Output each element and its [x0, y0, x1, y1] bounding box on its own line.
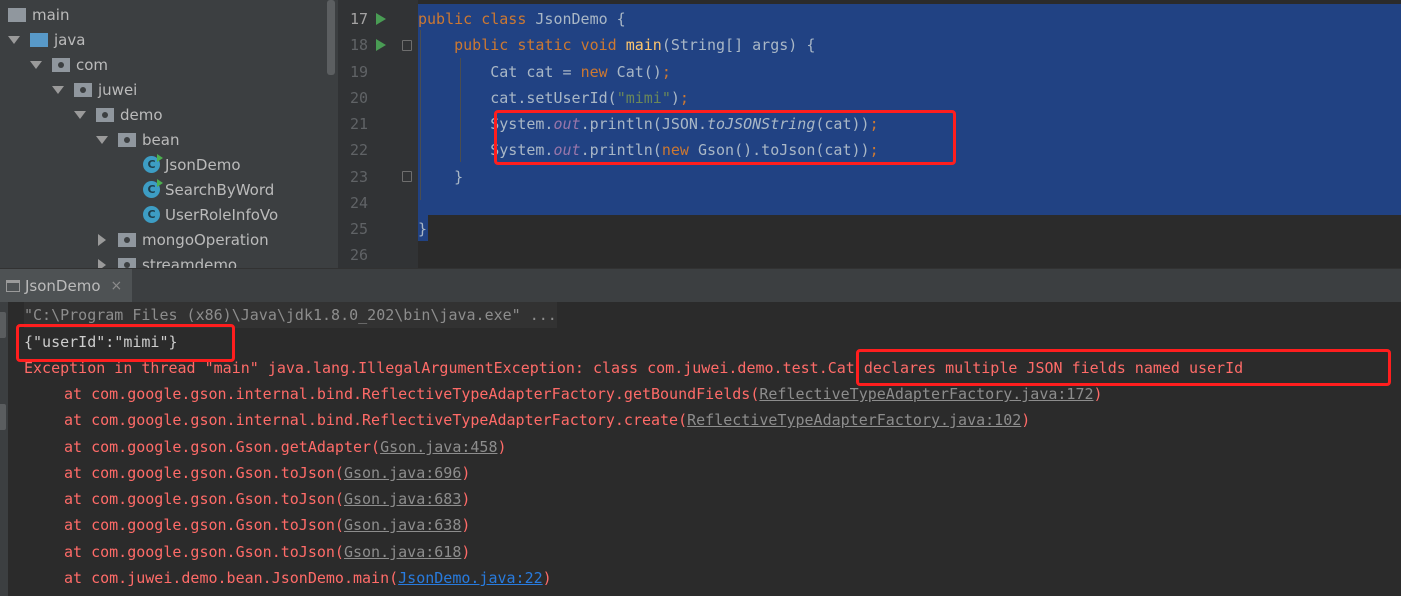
stack-trace-line: at com.google.gson.Gson.getAdapter(Gson.… — [64, 438, 507, 456]
chevron-down-icon[interactable] — [52, 84, 64, 96]
tree-item-searchbyword[interactable]: C SearchByWord — [0, 177, 330, 202]
tree-item-label: mongoOperation — [142, 230, 269, 249]
source-link[interactable]: Gson.java:683 — [344, 490, 461, 508]
tab-label: JsonDemo — [25, 276, 101, 295]
code-line-21: System.out.println(JSON.toJSONString(cat… — [490, 115, 879, 133]
package-icon — [118, 132, 136, 147]
tree-item-demo[interactable]: demo — [0, 102, 330, 127]
source-link[interactable]: JsonDemo.java:22 — [398, 569, 543, 587]
source-link[interactable]: Gson.java:696 — [344, 464, 461, 482]
tree-item-label: UserRoleInfoVo — [165, 205, 279, 224]
line-number: 19 — [349, 63, 368, 81]
chevron-down-icon[interactable] — [96, 134, 108, 146]
package-icon — [52, 57, 70, 72]
tree-item-java[interactable]: java — [0, 27, 330, 52]
tree-item-jsondemo[interactable]: C JsonDemo — [0, 152, 330, 177]
package-icon — [118, 232, 136, 247]
line-number: 26 — [349, 246, 368, 264]
console-command-line: "C:\Program Files (x86)\Java\jdk1.8.0_20… — [24, 302, 557, 328]
stack-trace-line: at com.google.gson.internal.bind.Reflect… — [64, 411, 1031, 429]
tree-item-label: java — [54, 30, 86, 49]
code-line-20: cat.setUserId("mimi"); — [490, 89, 689, 107]
package-icon — [118, 257, 136, 268]
tree-item-label: SearchByWord — [165, 180, 275, 199]
tab-jsondemo[interactable]: JsonDemo × — [0, 269, 132, 302]
tree-item-label: com — [76, 55, 109, 74]
line-number: 25 — [349, 220, 368, 238]
line-number: 17 — [349, 10, 368, 28]
toolbar-button[interactable] — [0, 404, 6, 430]
tree-item-com[interactable]: com — [0, 52, 330, 77]
line-number: 18 — [349, 36, 368, 54]
chevron-right-icon[interactable] — [96, 258, 108, 268]
tree-item-label: main — [32, 5, 70, 24]
tree-scrollbar[interactable] — [327, 0, 335, 75]
toolbar-button[interactable] — [0, 312, 6, 338]
run-tool-window-header: JsonDemo × — [0, 268, 1401, 302]
source-link[interactable]: Gson.java:458 — [380, 438, 497, 456]
close-icon[interactable]: × — [111, 278, 123, 294]
run-gutter-icon[interactable] — [376, 39, 386, 51]
line-number: 24 — [349, 194, 368, 212]
tree-item-streamdemo[interactable]: streamdemo — [0, 252, 330, 268]
tree-item-label: bean — [142, 130, 180, 149]
stack-trace-line: at com.google.gson.Gson.toJson(Gson.java… — [64, 464, 471, 482]
stack-trace-line: at com.google.gson.Gson.toJson(Gson.java… — [64, 516, 471, 534]
line-number: 23 — [349, 168, 368, 186]
code-line-22: System.out.println(new Gson().toJson(cat… — [490, 141, 879, 159]
stack-trace-line: at com.juwei.demo.bean.JsonDemo.main(Jso… — [64, 569, 552, 587]
console-exception-line: Exception in thread "main" java.lang.Ill… — [24, 359, 1244, 377]
project-tree: main java com juwei demo bean C JsonDemo… — [0, 0, 338, 268]
chevron-down-icon[interactable] — [74, 109, 86, 121]
tree-item-mongooperation[interactable]: mongoOperation — [0, 227, 330, 252]
run-gutter-icon[interactable] — [376, 13, 386, 25]
package-icon — [96, 107, 114, 122]
stack-trace-line: at com.google.gson.Gson.toJson(Gson.java… — [64, 543, 471, 561]
source-link[interactable]: Gson.java:638 — [344, 516, 461, 534]
stack-trace-line: at com.google.gson.internal.bind.Reflect… — [64, 385, 1103, 403]
class-icon: C — [143, 206, 160, 223]
tree-item-label: demo — [120, 105, 163, 124]
chevron-down-icon[interactable] — [30, 59, 42, 71]
tree-item-label: JsonDemo — [165, 155, 241, 174]
tree-item-label: juwei — [98, 80, 138, 99]
class-runnable-icon: C — [143, 179, 163, 198]
chevron-right-icon[interactable] — [96, 233, 108, 246]
code-line-18: public static void main(String[] args) { — [454, 36, 816, 54]
fold-icon[interactable] — [402, 171, 412, 182]
tree-item-juwei[interactable]: juwei — [0, 77, 330, 102]
source-link[interactable]: ReflectiveTypeAdapterFactory.java:172 — [759, 385, 1093, 403]
fold-icon[interactable] — [402, 40, 412, 51]
code-line-17: public class JsonDemo { — [418, 10, 626, 28]
source-link[interactable]: ReflectiveTypeAdapterFactory.java:102 — [687, 411, 1021, 429]
chevron-down-icon[interactable] — [8, 34, 20, 46]
code-line-25: } — [418, 220, 428, 238]
console-output-line: {"userId":"mimi"} — [24, 333, 178, 351]
code-line-19: Cat cat = new Cat(); — [490, 63, 671, 81]
run-toolbar — [0, 302, 8, 596]
folder-icon — [8, 7, 26, 22]
tree-item-main[interactable]: main — [0, 2, 330, 27]
code-line-23: } — [454, 168, 464, 186]
tree-item-label: streamdemo — [142, 255, 238, 269]
source-link[interactable]: Gson.java:618 — [344, 543, 461, 561]
line-number: 20 — [349, 89, 368, 107]
tree-item-bean[interactable]: bean — [0, 127, 330, 152]
console-icon — [6, 279, 20, 292]
tree-item-userroleinfovo[interactable]: C UserRoleInfoVo — [0, 202, 330, 227]
line-number: 22 — [349, 141, 368, 159]
line-number: 21 — [349, 115, 368, 133]
package-icon — [74, 82, 92, 97]
class-runnable-icon: C — [143, 154, 163, 173]
stack-trace-line: at com.google.gson.Gson.toJson(Gson.java… — [64, 490, 471, 508]
source-folder-icon — [30, 32, 48, 47]
